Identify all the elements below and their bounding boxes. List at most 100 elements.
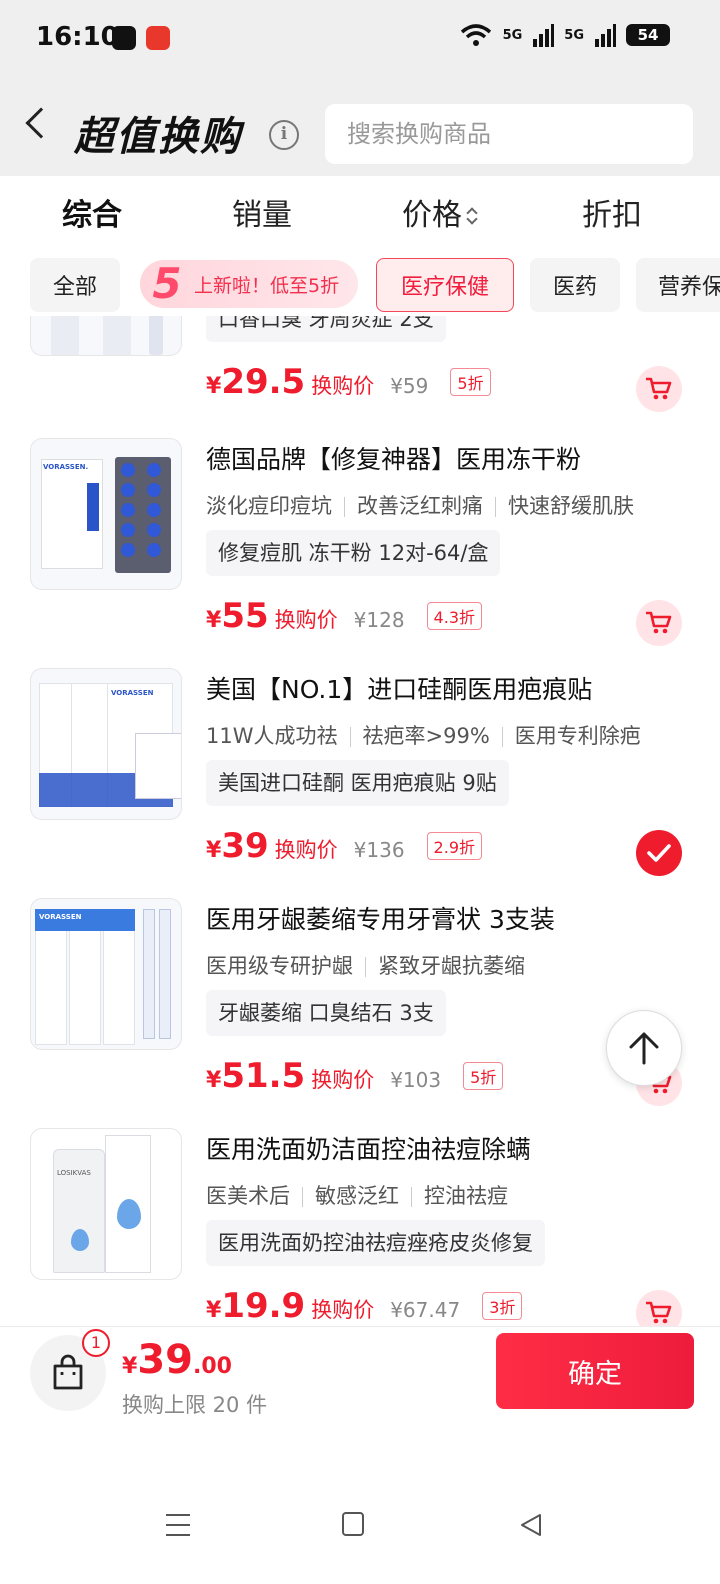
list-item[interactable]: VORASSEN 美国【NO.1】进口硅酮医用疤痕贴 11W人成功祛 祛疤率>99…: [0, 668, 720, 898]
feature: 敏感泛红: [315, 1184, 399, 1208]
status-time: 16:10: [36, 22, 119, 52]
shopping-bag-icon: [53, 1354, 83, 1390]
chip-all[interactable]: 全部: [30, 258, 120, 312]
exchange-price: 51.5: [221, 1056, 306, 1096]
currency-symbol: ¥: [206, 374, 222, 399]
tab-discount[interactable]: 折扣: [582, 190, 642, 234]
info-icon[interactable]: i: [269, 120, 299, 150]
chip-medical-care[interactable]: 医疗保健: [376, 258, 514, 312]
sort-arrows-icon: [466, 206, 478, 228]
wifi-icon: [460, 24, 491, 46]
currency-symbol: ¥: [206, 1068, 222, 1093]
feature: 11W人成功祛: [206, 724, 338, 748]
cart-icon: [646, 611, 672, 634]
product-image[interactable]: [30, 316, 182, 356]
list-item[interactable]: 口香口臭 牙周炎症 2支 ¥ 29.5 换购价 ¥59 5折: [0, 316, 720, 434]
add-to-cart-button[interactable]: [636, 366, 682, 412]
discount-badge: 3折: [482, 1292, 523, 1320]
original-price: ¥59: [390, 374, 429, 398]
original-price: ¥103: [390, 1068, 442, 1092]
tab-sales[interactable]: 销量: [232, 190, 292, 234]
chip-nutrition[interactable]: 营养保: [636, 258, 720, 312]
thumb-brand: VORASSEN: [39, 913, 82, 921]
add-to-cart-button[interactable]: [636, 600, 682, 646]
chip-promo[interactable]: 5 上新啦！低至5折: [140, 260, 358, 308]
product-image[interactable]: VORASSEN: [30, 668, 182, 820]
price-row: ¥ 19.9 换购价 ¥67.47 3折: [206, 1286, 523, 1326]
signal-5g-label: 5G: [502, 27, 523, 43]
discount-badge: 5折: [450, 368, 491, 396]
cart-icon: [646, 1301, 672, 1324]
sort-tabs: 综合 销量 价格 折扣: [0, 176, 720, 246]
product-spec: 美国进口硅酮 医用疤痕贴 9贴: [206, 760, 509, 806]
price-label: 换购价: [311, 1068, 375, 1092]
feature: 祛疤率>99%: [362, 724, 490, 748]
promo-text: 上新啦！低至5折: [194, 274, 340, 297]
price-row: ¥ 51.5 换购价 ¥103 5折: [206, 1056, 504, 1106]
price-label: 换购价: [311, 1298, 375, 1322]
check-icon: [647, 844, 671, 862]
discount-badge: 2.9折: [426, 832, 482, 860]
price-label: 换购价: [274, 838, 338, 862]
feature: 快速舒缓肌肤: [508, 494, 634, 518]
product-features: 医用级专研护龈 紧致牙龈抗萎缩: [206, 950, 525, 980]
battery-indicator: 54: [626, 24, 670, 46]
product-image[interactable]: VORASSEN: [30, 898, 182, 1050]
product-title[interactable]: 医用牙龈萎缩专用牙膏状 3支装: [206, 900, 555, 936]
tab-overall[interactable]: 综合: [62, 190, 122, 234]
list-item[interactable]: VORASSEN. 德国品牌【修复神器】医用冻干粉 淡化痘印痘坑 改善泛红刺痛 快速…: [0, 438, 720, 668]
search-input[interactable]: [325, 104, 693, 164]
thumb-brand: VORASSEN: [111, 689, 154, 697]
discount-badge: 4.3折: [426, 602, 482, 630]
discount-badge: 5折: [463, 1062, 504, 1090]
total-currency: ¥: [122, 1354, 138, 1379]
system-nav-bar: [0, 1436, 720, 1584]
arrow-up-icon: [629, 1032, 659, 1065]
product-features: 医美术后 敏感泛红 控油祛痘: [206, 1180, 508, 1210]
product-title[interactable]: 医用洗面奶洁面控油祛痘除螨: [206, 1130, 531, 1166]
signal-icon: [533, 24, 555, 47]
exchange-price: 29.5: [221, 362, 306, 402]
total-price: ¥ 39 .00: [122, 1337, 232, 1383]
home-icon[interactable]: [342, 1512, 364, 1536]
currency-symbol: ¥: [206, 838, 222, 863]
exchange-price: 55: [221, 596, 269, 636]
product-title[interactable]: 德国品牌【修复神器】医用冻干粉: [206, 440, 581, 476]
bottom-bar: 1 ¥ 39 .00 换购上限 20 件 确定: [0, 1326, 720, 1436]
original-price: ¥128: [353, 608, 405, 632]
tab-price[interactable]: 价格: [402, 190, 478, 234]
feature: 控油祛痘: [424, 1184, 508, 1208]
feature: 淡化痘印痘坑: [206, 494, 332, 518]
back-nav-icon[interactable]: [518, 1512, 544, 1538]
scroll-to-top-button[interactable]: [606, 1010, 682, 1086]
product-spec: 口香口臭 牙周炎症 2支: [206, 316, 446, 342]
signal-icon-2: [595, 24, 616, 47]
tiktok-app-icon: [112, 26, 136, 50]
list-item[interactable]: VORASSEN 医用牙龈萎缩专用牙膏状 3支装 医用级专研护龈 紧致牙龈抗萎缩 …: [0, 898, 720, 1128]
product-image[interactable]: VORASSEN.: [30, 438, 182, 590]
total-decimal: .00: [192, 1354, 232, 1379]
confirm-button[interactable]: 确定: [496, 1333, 694, 1409]
header: 超值换购 i: [0, 80, 720, 176]
add-to-cart-button[interactable]: [636, 1290, 682, 1326]
product-spec: 医用洗面奶控油祛痘痤疮皮炎修复: [206, 1220, 545, 1266]
feature: 医用专利除疤: [514, 724, 641, 748]
list-item[interactable]: LOSIKVAS 医用洗面奶洁面控油祛痘除螨 医美术后 敏感泛红 控油祛痘 医用洗面…: [0, 1128, 720, 1326]
back-icon[interactable]: [25, 107, 57, 139]
chip-medicine[interactable]: 医药: [530, 258, 620, 312]
product-spec: 牙龈萎缩 口臭结石 3支: [206, 990, 446, 1036]
product-image[interactable]: LOSIKVAS: [30, 1128, 182, 1280]
status-bar: 16:10 5G 5G 54: [0, 0, 720, 80]
currency-symbol: ¥: [206, 608, 222, 633]
bag-count-badge: 1: [82, 1329, 110, 1357]
thumb-brand: VORASSEN.: [43, 463, 89, 471]
product-list[interactable]: 口香口臭 牙周炎症 2支 ¥ 29.5 换购价 ¥59 5折 VORASSEN.…: [0, 316, 720, 1326]
product-features: 淡化痘印痘坑 改善泛红刺痛 快速舒缓肌肤: [206, 490, 634, 520]
search-box[interactable]: [325, 104, 693, 164]
thumb-brand: LOSIKVAS: [57, 1169, 91, 1177]
selected-check-button[interactable]: [636, 830, 682, 876]
signal-5g-label-2: 5G: [564, 27, 584, 43]
menu-icon[interactable]: [166, 1514, 190, 1536]
product-title[interactable]: 美国【NO.1】进口硅酮医用疤痕贴: [206, 670, 592, 706]
price-row: ¥ 55 换购价 ¥128 4.3折: [206, 596, 482, 646]
